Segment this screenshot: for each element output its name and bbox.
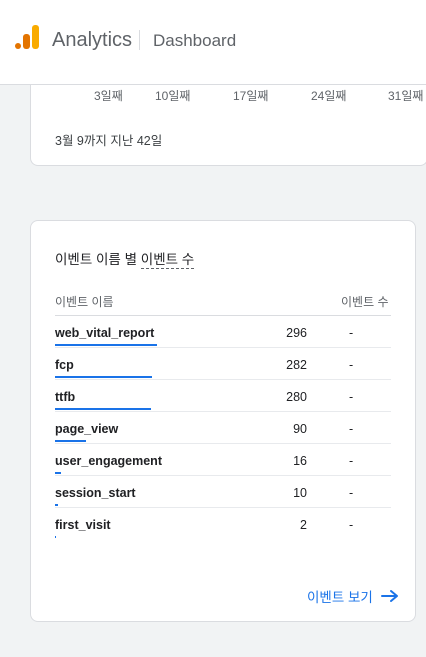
table-row[interactable]: first_visit 2 - xyxy=(55,508,391,540)
card-title-prefix: 이벤트 이름 별 xyxy=(55,252,138,267)
analytics-logo-icon[interactable] xyxy=(15,25,41,53)
date-range-summary: 3월 9까지 지난 42일 xyxy=(55,134,163,148)
event-name: fcp xyxy=(55,358,74,372)
event-name: first_visit xyxy=(55,518,111,532)
table-row[interactable]: session_start 10 - xyxy=(55,476,391,508)
event-change: - xyxy=(349,358,354,372)
event-name: web_vital_report xyxy=(55,326,155,340)
event-count: 280 xyxy=(286,390,307,404)
event-change: - xyxy=(349,326,354,340)
event-count: 2 xyxy=(300,518,307,532)
event-change: - xyxy=(349,486,354,500)
table-row[interactable]: user_engagement 16 - xyxy=(55,444,391,476)
event-share-bar xyxy=(55,408,151,410)
table-row[interactable]: page_view 90 - xyxy=(55,412,391,444)
column-header-event-name: 이벤트 이름 xyxy=(55,295,114,309)
event-share-bar xyxy=(55,536,56,538)
event-count: 282 xyxy=(286,358,307,372)
event-name: ttfb xyxy=(55,390,76,404)
event-share-bar xyxy=(55,440,86,442)
event-change: - xyxy=(349,454,354,468)
table-row[interactable]: fcp 282 - xyxy=(55,348,391,380)
table-row[interactable]: web_vital_report 296 - xyxy=(55,316,391,348)
event-name: user_engagement xyxy=(55,454,162,468)
metric-selector[interactable]: 이벤트 수 xyxy=(140,252,195,269)
event-change: - xyxy=(349,518,354,532)
event-change: - xyxy=(349,390,354,404)
app-title[interactable]: Analytics xyxy=(52,29,132,52)
top-app-bar: Analytics Dashboard xyxy=(0,0,426,85)
event-share-bar xyxy=(55,472,61,474)
event-name: session_start xyxy=(55,486,136,500)
event-count: 10 xyxy=(293,486,307,500)
event-share-bar xyxy=(55,344,157,346)
event-change: - xyxy=(349,422,354,436)
event-count: 90 xyxy=(293,422,307,436)
trend-card xyxy=(30,85,426,166)
column-header-event-count: 이벤트 수 xyxy=(341,295,389,309)
view-events-label: 이벤트 보기 xyxy=(307,590,373,605)
x-axis-tick: 17일째 xyxy=(233,89,269,103)
event-count: 296 xyxy=(286,326,307,340)
title-divider xyxy=(139,30,140,50)
page-title: Dashboard xyxy=(153,31,237,50)
view-events-link[interactable]: 이벤트 보기 xyxy=(307,586,399,606)
arrow-right-icon xyxy=(380,590,398,602)
event-name: page_view xyxy=(55,422,119,436)
x-axis-tick: 10일째 xyxy=(155,89,191,103)
table-row[interactable]: ttfb 280 - xyxy=(55,380,391,412)
event-share-bar xyxy=(55,504,58,506)
event-share-bar xyxy=(55,376,152,378)
x-axis-tick: 3일째 xyxy=(94,89,123,103)
event-count: 16 xyxy=(293,454,307,468)
x-axis-tick: 31일째 xyxy=(388,89,424,103)
x-axis-tick: 24일째 xyxy=(311,89,347,103)
card-title: 이벤트 이름 별 이벤트 수 xyxy=(55,248,195,269)
